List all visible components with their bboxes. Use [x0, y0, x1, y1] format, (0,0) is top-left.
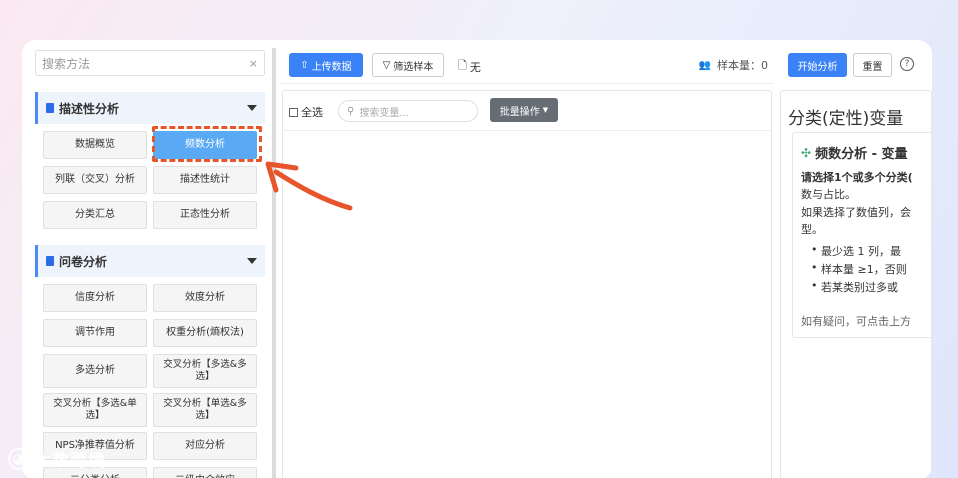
group-label: 问卷分析: [59, 254, 108, 269]
checkbox-icon[interactable]: [289, 107, 298, 117]
method-mediation[interactable]: 二级中介效应: [153, 467, 257, 478]
highlight-box: [152, 126, 262, 162]
book-icon: [46, 103, 54, 113]
card-bullet: 样本量 ≥1，否则: [811, 261, 907, 277]
card-bullet: 最少选 1 列，最: [811, 243, 901, 259]
card-line: 如果选择了数值列，会: [801, 206, 911, 219]
file-indicator: 🗋 无: [458, 57, 481, 76]
method-normality[interactable]: 正态性分析: [153, 201, 257, 229]
filter-sample-button[interactable]: ▽ 筛选样本: [372, 53, 444, 77]
sample-size: 👥 样本量： 0: [699, 57, 768, 73]
card-line: 数与占比。: [801, 188, 856, 201]
method-moderation[interactable]: 调节作用: [43, 319, 147, 347]
method-descriptive-stats[interactable]: 描述性统计: [153, 166, 257, 194]
method-sidebar: 搜索方法 × 描述性分析 数据概览 频数分析 列联（交叉）分析 描述性统计 分类…: [22, 40, 272, 478]
caret-down-icon: ▼: [542, 106, 549, 114]
variable-search-input[interactable]: ⚲ 搜索变量...: [338, 100, 478, 122]
start-analysis-button[interactable]: 开始分析: [788, 53, 847, 77]
method-cross-multi-multi[interactable]: 交叉分析【多选&多选】: [153, 354, 257, 388]
upload-icon: ⇧: [300, 59, 309, 71]
card-title: ✣ 频数分析 - 变量: [801, 143, 908, 163]
card-line: 型。: [801, 223, 823, 236]
clear-icon[interactable]: ×: [249, 57, 258, 70]
watermark: ◕ 大数跨境: [8, 446, 106, 471]
section-title: 分类(定性)变量: [788, 109, 904, 129]
move-icon: ✣: [801, 145, 812, 160]
annotation-arrow-icon: [265, 161, 353, 211]
variable-panel: [282, 90, 772, 478]
caret-down-icon[interactable]: [247, 258, 257, 264]
method-entropy-weight[interactable]: 权重分析(熵权法): [153, 319, 257, 347]
sample-label: 样本量：: [717, 59, 761, 72]
batch-operations-button[interactable]: 批量操作 ▼: [490, 98, 558, 122]
method-search-input[interactable]: 搜索方法 ×: [35, 50, 265, 76]
method-reliability[interactable]: 信度分析: [43, 284, 147, 312]
brand-logo-icon: ◕: [8, 447, 30, 470]
filter-icon: ▽: [382, 59, 391, 71]
app-window: 搜索方法 × 描述性分析 数据概览 频数分析 列联（交叉）分析 描述性统计 分类…: [22, 40, 932, 478]
method-search-placeholder: 搜索方法: [42, 56, 91, 71]
search-icon: ⚲: [347, 105, 355, 117]
panel-divider: [282, 130, 772, 131]
variable-search-placeholder: 搜索变量...: [359, 107, 409, 119]
group-label: 描述性分析: [59, 101, 120, 116]
method-validity[interactable]: 效度分析: [153, 284, 257, 312]
method-correspondence[interactable]: 对应分析: [153, 432, 257, 460]
watermark-text: 大数跨境: [34, 451, 106, 471]
file-icon: 🗋: [458, 59, 467, 72]
method-info-card: ✣ 频数分析 - 变量 请选择1个或多个分类( 数与占比。 如果选择了数值列，会…: [792, 132, 932, 338]
caret-down-icon[interactable]: [247, 105, 257, 111]
sample-count: 0: [761, 58, 768, 72]
users-icon: 👥: [698, 59, 711, 71]
method-crosstab[interactable]: 列联（交叉）分析: [43, 166, 147, 194]
file-name: 无: [469, 60, 481, 74]
group-questionnaire-header[interactable]: 问卷分析: [35, 245, 265, 277]
help-icon[interactable]: ?: [900, 57, 914, 71]
filter-label: 筛选样本: [393, 61, 434, 73]
card-title-text: 频数分析 - 变量: [815, 147, 908, 162]
data-toolbar: ⇧ 上传数据 ▽ 筛选样本 🗋 无 👥 样本量： 0: [280, 40, 774, 84]
card-line: 请选择1个或多个分类(: [801, 171, 913, 184]
method-multi-choice[interactable]: 多选分析: [43, 354, 147, 388]
method-data-overview[interactable]: 数据概览: [43, 131, 147, 159]
method-group-summary[interactable]: 分类汇总: [43, 201, 147, 229]
upload-button[interactable]: ⇧ 上传数据: [289, 53, 363, 77]
select-all-label: 全选: [301, 106, 323, 119]
reset-button[interactable]: 重置: [853, 53, 892, 77]
analysis-panel: 开始分析 重置 ? 分类(定性)变量 ✣ 频数分析 - 变量 请选择1个或多个分…: [778, 40, 932, 478]
method-cross-multi-single[interactable]: 交叉分析【多选&单选】: [43, 393, 147, 427]
card-bullet: 若某类别过多或: [811, 279, 898, 295]
data-panel: ⇧ 上传数据 ▽ 筛选样本 🗋 无 👥 样本量： 0 全选 ⚲ 搜索变量... …: [280, 40, 774, 478]
method-cross-single-multi[interactable]: 交叉分析【单选&多选】: [153, 393, 257, 427]
book-icon: [46, 256, 54, 266]
card-note: 如有疑问，可点击上方: [801, 315, 911, 328]
upload-label: 上传数据: [311, 61, 352, 73]
batch-label: 批量操作: [499, 106, 540, 118]
select-all-checkbox[interactable]: 全选: [289, 104, 323, 120]
resize-handle[interactable]: [272, 48, 276, 478]
group-descriptive-header[interactable]: 描述性分析: [35, 92, 265, 124]
